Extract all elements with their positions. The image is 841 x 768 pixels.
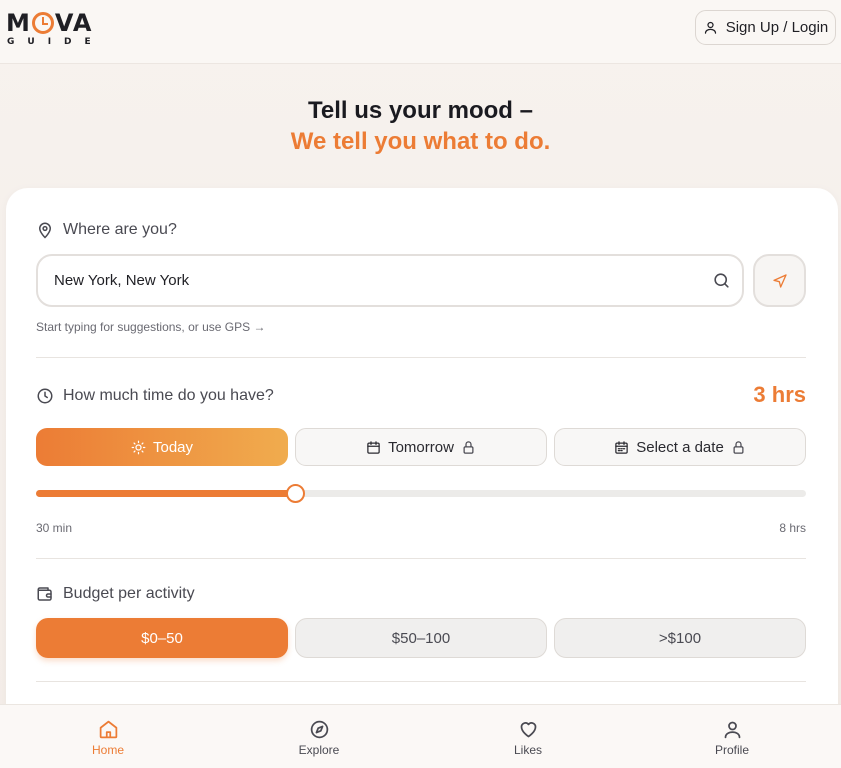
navigation-arrow-icon xyxy=(772,273,787,288)
tomorrow-button[interactable]: Tomorrow xyxy=(295,428,547,466)
slider-max-label: 8 hrs xyxy=(779,521,806,535)
nav-profile[interactable]: Profile xyxy=(687,719,777,757)
location-input[interactable] xyxy=(54,256,694,305)
nav-home-label: Home xyxy=(91,743,124,757)
tomorrow-label: Tomorrow xyxy=(388,438,454,456)
calendar-grid-icon xyxy=(615,440,628,454)
nav-explore[interactable]: Explore xyxy=(274,719,364,757)
today-label: Today xyxy=(152,438,194,456)
preferences-card: Where are you? Start typing for suggesti… xyxy=(6,188,838,768)
sun-icon xyxy=(131,440,146,454)
search-icon[interactable] xyxy=(712,271,731,290)
hero-line-1: Tell us your mood – xyxy=(308,97,533,124)
signup-login-button[interactable]: Sign Up / Login xyxy=(695,10,836,45)
nav-profile-label: Profile xyxy=(714,743,749,757)
location-search-box xyxy=(36,254,744,307)
location-section-label: Where are you? xyxy=(36,221,177,239)
hero-heading: Tell us your mood – We tell you what to … xyxy=(0,96,841,158)
hero-line-2: We tell you what to do. xyxy=(290,128,551,155)
time-slider-track[interactable] xyxy=(36,484,806,503)
location-hint: Start typing for suggestions, or use GPS… xyxy=(36,320,266,334)
clock-icon xyxy=(31,12,54,34)
location-label-text: Where are you? xyxy=(63,221,177,238)
signup-login-label: Sign Up / Login xyxy=(725,19,829,36)
time-value: 3 hrs xyxy=(753,382,806,407)
slider-min-label: 30 min xyxy=(36,521,73,535)
budget-option-50-100[interactable]: $50–100 xyxy=(295,618,547,658)
logo[interactable]: M VA GUIDE xyxy=(6,9,104,47)
user-icon xyxy=(704,21,716,34)
bottom-navigation: Home Explore Likes Profile xyxy=(0,704,841,768)
time-slider-fill xyxy=(36,490,296,497)
home-icon xyxy=(99,720,117,739)
logo-letter-m: M xyxy=(6,9,31,37)
time-slider-handle[interactable] xyxy=(286,484,306,503)
calendar-icon xyxy=(367,440,380,454)
gps-button[interactable] xyxy=(753,254,806,307)
user-icon xyxy=(724,721,740,739)
heart-icon xyxy=(520,722,536,738)
nav-likes-label: Likes xyxy=(513,743,542,757)
nav-home[interactable]: Home xyxy=(63,719,153,757)
divider xyxy=(36,681,806,682)
select-date-button[interactable]: Select a date xyxy=(554,428,806,466)
map-pin-icon xyxy=(38,222,52,239)
clock-icon xyxy=(37,388,53,404)
budget-section-label: Budget per activity xyxy=(36,585,195,603)
time-label-text: How much time do you have? xyxy=(63,387,274,404)
logo-subtitle: GUIDE xyxy=(7,37,104,47)
app-header: M VA GUIDE Sign Up / Login xyxy=(0,0,841,64)
today-button[interactable]: Today xyxy=(36,428,288,466)
lock-icon xyxy=(733,440,744,454)
nav-explore-label: Explore xyxy=(298,743,340,757)
divider xyxy=(36,357,806,358)
time-section-label: How much time do you have? xyxy=(36,387,274,405)
budget-label-text: Budget per activity xyxy=(63,585,195,602)
lock-icon xyxy=(463,440,474,454)
logo-wordmark: M VA xyxy=(6,9,104,37)
wallet-icon xyxy=(37,587,52,601)
divider xyxy=(36,558,806,559)
logo-letters-va: VA xyxy=(54,9,93,37)
budget-option-0-50[interactable]: $0–50 xyxy=(36,618,288,658)
nav-likes[interactable]: Likes xyxy=(483,719,573,757)
compass-icon xyxy=(310,720,328,739)
select-date-label: Select a date xyxy=(636,438,724,456)
budget-option-100-plus[interactable]: >$100 xyxy=(554,618,806,658)
